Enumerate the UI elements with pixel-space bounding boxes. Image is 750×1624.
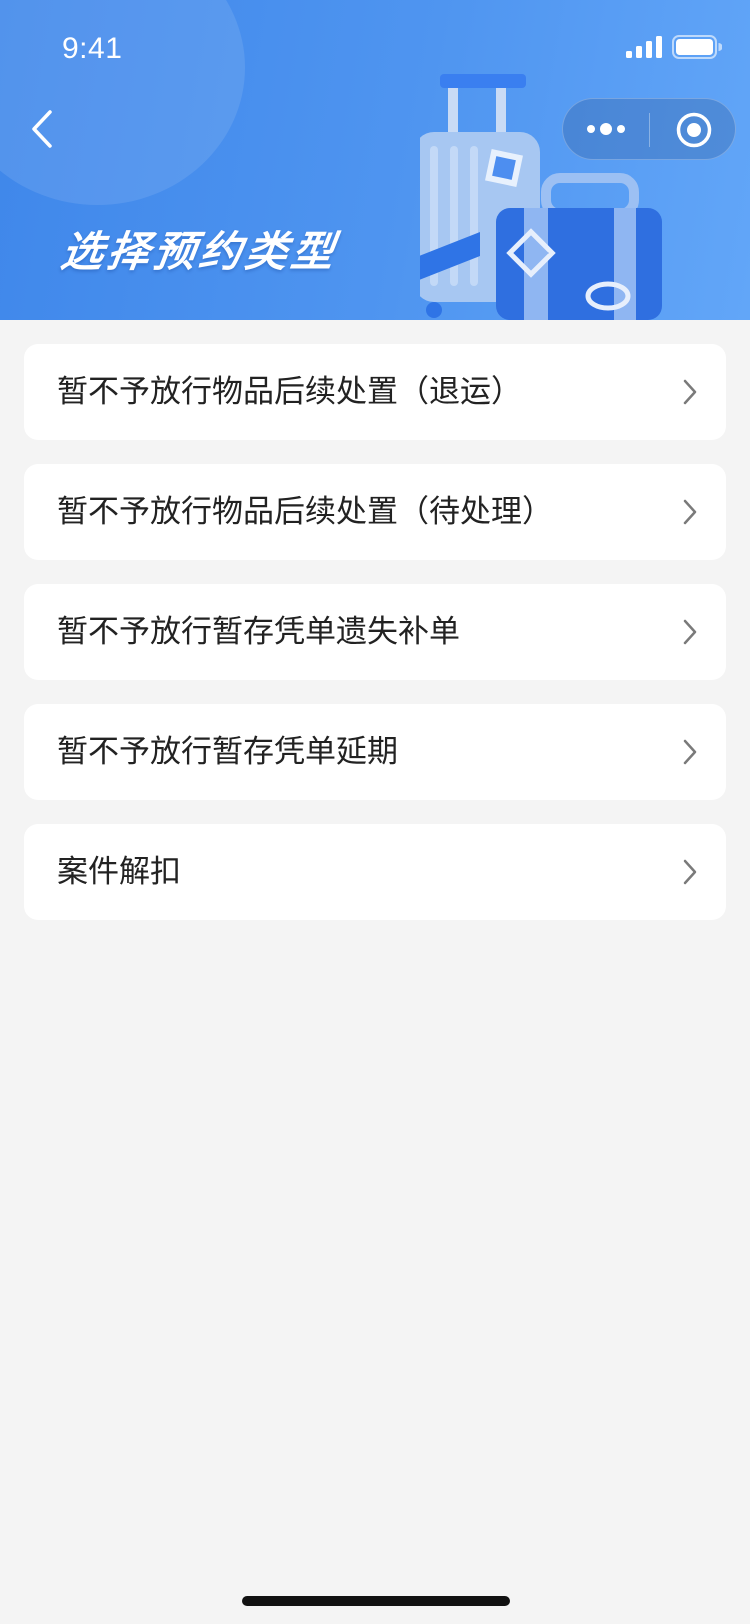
back-button[interactable] [26,106,66,152]
chevron-right-icon [683,499,697,525]
option-label: 暂不予放行暂存凭单遗失补单 [57,614,460,650]
page-title: 选择预约类型 [58,227,342,276]
battery-icon [672,35,722,59]
signal-icon [626,36,662,58]
home-indicator [242,1596,510,1606]
option-pending-disposal[interactable]: 暂不予放行物品后续处置（待处理） [24,464,726,560]
appointment-type-list: 暂不予放行物品后续处置（退运） 暂不予放行物品后续处置（待处理） 暂不予放行暂存… [24,344,726,944]
chevron-right-icon [683,739,697,765]
option-case-release[interactable]: 案件解扣 [24,824,726,920]
luggage-illustration [420,74,662,320]
option-voucher-extension[interactable]: 暂不予放行暂存凭单延期 [24,704,726,800]
chevron-right-icon [683,619,697,645]
chevron-right-icon [683,379,697,405]
chevron-right-icon [683,859,697,885]
option-lost-voucher-reissue[interactable]: 暂不予放行暂存凭单遗失补单 [24,584,726,680]
option-label: 暂不予放行物品后续处置（待处理） [57,494,553,530]
status-time: 9:41 [62,32,123,65]
option-return-shipment[interactable]: 暂不予放行物品后续处置（退运） [24,344,726,440]
option-label: 暂不予放行暂存凭单延期 [57,734,398,770]
header-banner: 9:41 选择预约类型 [0,0,750,320]
chevron-left-icon [32,110,52,148]
option-label: 暂不予放行物品后续处置（退运） [57,374,522,410]
option-label: 案件解扣 [57,854,181,890]
